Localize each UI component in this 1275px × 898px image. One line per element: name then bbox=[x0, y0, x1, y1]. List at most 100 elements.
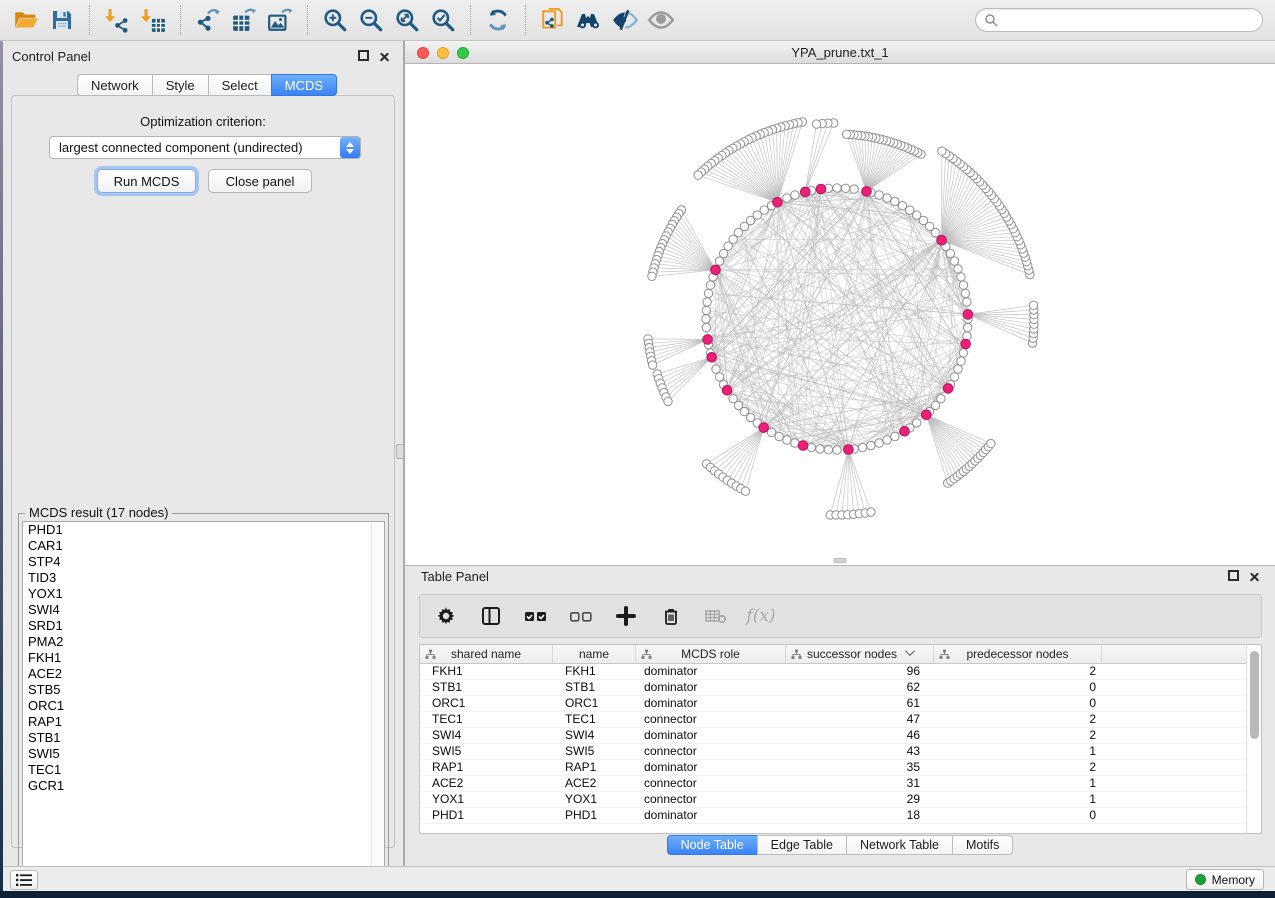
mcds-result-item[interactable]: SWI4 bbox=[23, 602, 384, 618]
table-settings-button[interactable] bbox=[434, 604, 458, 628]
tab-network[interactable]: Network bbox=[77, 74, 152, 96]
delete-column-button[interactable] bbox=[659, 604, 683, 628]
mcds-result-item[interactable]: FKH1 bbox=[23, 650, 384, 666]
ring-node[interactable] bbox=[963, 298, 971, 306]
ring-node[interactable] bbox=[706, 281, 714, 289]
mcds-result-item[interactable]: TEC1 bbox=[23, 762, 384, 778]
ring-node[interactable] bbox=[913, 419, 921, 427]
export-network-button[interactable] bbox=[192, 4, 224, 36]
hub-node[interactable] bbox=[922, 410, 932, 420]
ring-node[interactable] bbox=[783, 436, 791, 444]
hub-node[interactable] bbox=[816, 184, 826, 194]
ring-node[interactable] bbox=[950, 257, 958, 265]
ring-node[interactable] bbox=[875, 191, 883, 199]
ring-node[interactable] bbox=[816, 445, 824, 453]
leaf-node[interactable] bbox=[694, 171, 702, 179]
ring-node[interactable] bbox=[715, 257, 723, 265]
ring-node[interactable] bbox=[964, 323, 972, 331]
table-scrollbar-track[interactable] bbox=[1246, 645, 1261, 833]
tab-mcds[interactable]: MCDS bbox=[271, 74, 337, 96]
clone-network-button[interactable] bbox=[537, 4, 569, 36]
hub-node[interactable] bbox=[722, 386, 732, 396]
ring-node[interactable] bbox=[937, 395, 945, 403]
horizontal-splitter-grip[interactable] bbox=[834, 558, 847, 563]
mcds-result-item[interactable]: RAP1 bbox=[23, 714, 384, 730]
tab-select[interactable]: Select bbox=[208, 74, 271, 96]
ring-node[interactable] bbox=[957, 357, 965, 365]
close-panel-action-button[interactable]: Close panel bbox=[208, 169, 312, 193]
mcds-result-item[interactable]: SWI5 bbox=[23, 746, 384, 762]
table-row[interactable]: RAP1RAP1dominator352 bbox=[420, 760, 1246, 776]
leaf-node[interactable] bbox=[741, 487, 749, 495]
leaf-node[interactable] bbox=[1029, 301, 1037, 309]
ring-node[interactable] bbox=[703, 298, 711, 306]
ring-node[interactable] bbox=[850, 185, 858, 193]
table-row[interactable]: YOX1YOX1connector291 bbox=[420, 792, 1246, 808]
ring-node[interactable] bbox=[702, 315, 710, 323]
column-header-shared-name[interactable]: shared name bbox=[420, 645, 553, 663]
zoom-out-button[interactable] bbox=[355, 4, 387, 36]
ring-node[interactable] bbox=[867, 441, 875, 449]
leaf-node[interactable] bbox=[843, 130, 851, 138]
hub-node[interactable] bbox=[798, 441, 808, 451]
ring-node[interactable] bbox=[875, 439, 883, 447]
ring-node[interactable] bbox=[715, 373, 723, 381]
toggle-column-panel-button[interactable] bbox=[479, 604, 503, 628]
mcds-result-item[interactable]: SRD1 bbox=[23, 618, 384, 634]
hub-node[interactable] bbox=[961, 339, 971, 349]
hub-node[interactable] bbox=[703, 335, 713, 345]
hub-node[interactable] bbox=[773, 198, 783, 208]
close-panel-button[interactable] bbox=[378, 50, 391, 63]
open-file-button[interactable] bbox=[10, 4, 42, 36]
mcds-result-item[interactable]: CAR1 bbox=[23, 538, 384, 554]
ring-node[interactable] bbox=[704, 289, 712, 297]
hide-panels-button[interactable] bbox=[609, 4, 641, 36]
mcds-result-item[interactable]: GCR1 bbox=[23, 778, 384, 794]
ring-node[interactable] bbox=[702, 306, 710, 314]
ring-node[interactable] bbox=[712, 365, 720, 373]
preview-eye-button[interactable] bbox=[645, 4, 677, 36]
mcds-result-item[interactable]: ACE2 bbox=[23, 666, 384, 682]
hub-node[interactable] bbox=[963, 310, 973, 320]
mcds-result-item[interactable]: ORC1 bbox=[23, 698, 384, 714]
ring-node[interactable] bbox=[775, 432, 783, 440]
tab-network-table[interactable]: Network Table bbox=[846, 835, 952, 855]
function-builder-button[interactable]: f(x) bbox=[749, 604, 773, 628]
import-table-button[interactable] bbox=[137, 4, 169, 36]
ring-node[interactable] bbox=[961, 289, 969, 297]
ring-node[interactable] bbox=[957, 273, 965, 281]
ring-node[interactable] bbox=[891, 432, 899, 440]
ring-node[interactable] bbox=[791, 191, 799, 199]
mcds-result-item[interactable]: STP4 bbox=[23, 554, 384, 570]
ring-node[interactable] bbox=[833, 446, 841, 454]
table-row[interactable]: SWI5SWI5connector431 bbox=[420, 744, 1246, 760]
ring-node[interactable] bbox=[898, 201, 906, 209]
leaf-node[interactable] bbox=[867, 508, 875, 516]
mcds-result-item[interactable]: PMA2 bbox=[23, 634, 384, 650]
mcds-result-item[interactable]: YOX1 bbox=[23, 586, 384, 602]
leaf-node[interactable] bbox=[938, 147, 946, 155]
ring-node[interactable] bbox=[959, 281, 967, 289]
table-row[interactable]: PHD1PHD1dominator180 bbox=[420, 808, 1246, 824]
table-row[interactable]: ACE2ACE2connector311 bbox=[420, 776, 1246, 792]
leaf-node[interactable] bbox=[987, 439, 995, 447]
ring-node[interactable] bbox=[702, 323, 710, 331]
memory-button[interactable]: Memory bbox=[1186, 869, 1264, 890]
select-all-columns-button[interactable] bbox=[524, 604, 548, 628]
tab-edge-table[interactable]: Edge Table bbox=[757, 835, 846, 855]
hub-node[interactable] bbox=[862, 187, 872, 197]
ring-node[interactable] bbox=[959, 349, 967, 357]
mcds-result-item[interactable]: STB5 bbox=[23, 682, 384, 698]
ring-node[interactable] bbox=[719, 249, 727, 257]
zoom-fit-button[interactable] bbox=[391, 4, 423, 36]
hub-node[interactable] bbox=[943, 384, 953, 394]
ring-node[interactable] bbox=[883, 436, 891, 444]
column-header-successor-nodes[interactable]: successor nodes bbox=[786, 645, 934, 663]
ring-node[interactable] bbox=[858, 443, 866, 451]
mcds-result-item[interactable]: TID3 bbox=[23, 570, 384, 586]
ring-node[interactable] bbox=[954, 365, 962, 373]
leaf-node[interactable] bbox=[664, 397, 672, 405]
hub-node[interactable] bbox=[707, 353, 717, 363]
mcds-result-item[interactable]: PHD1 bbox=[23, 522, 384, 538]
ring-node[interactable] bbox=[807, 443, 815, 451]
